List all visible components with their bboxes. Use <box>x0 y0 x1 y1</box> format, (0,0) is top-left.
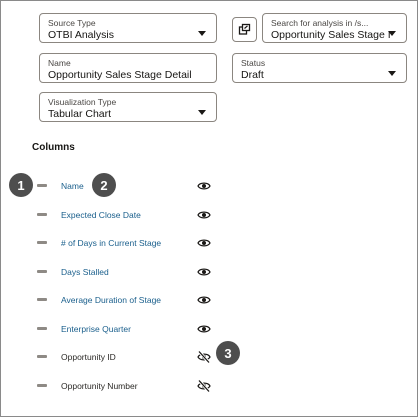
drag-handle-icon[interactable] <box>37 355 47 358</box>
drag-handle-icon[interactable] <box>37 270 47 273</box>
chevron-down-icon <box>198 110 206 115</box>
name-value: Opportunity Sales Stage Detail <box>48 69 192 81</box>
column-name[interactable]: Expected Close Date <box>61 208 141 222</box>
eye-icon[interactable] <box>197 322 211 336</box>
column-row[interactable]: Expected Close Date <box>1 206 418 224</box>
column-name[interactable]: Enterprise Quarter <box>61 322 131 336</box>
status-label: Status <box>241 58 266 68</box>
column-row[interactable]: Average Duration of Stage <box>1 291 418 309</box>
chevron-down-icon <box>388 71 396 76</box>
column-row[interactable]: Opportunity Number <box>1 377 418 395</box>
column-name: Opportunity ID <box>61 352 116 362</box>
eye-icon[interactable] <box>197 236 211 250</box>
report-settings-panel: Source Type OTBI Analysis Search for ana… <box>0 0 418 417</box>
eye-icon[interactable] <box>197 208 211 222</box>
source-type-value: OTBI Analysis <box>48 29 114 41</box>
visualization-type-select[interactable]: Visualization Type Tabular Chart <box>39 92 217 122</box>
search-analysis-label: Search for analysis in /s... <box>271 18 369 28</box>
drag-handle-icon[interactable] <box>37 384 47 387</box>
chevron-down-icon <box>388 31 396 36</box>
drag-handle-icon[interactable] <box>37 327 47 330</box>
column-row[interactable]: Enterprise Quarter <box>1 320 418 338</box>
name-field[interactable]: Name Opportunity Sales Stage Detail <box>39 53 217 83</box>
drag-handle-icon[interactable] <box>37 241 47 244</box>
column-row[interactable]: # of Days in Current Stage <box>1 234 418 252</box>
callout-badge-2: 2 <box>92 173 116 197</box>
callout-badge-1: 1 <box>9 173 33 197</box>
visualization-type-value: Tabular Chart <box>48 108 112 120</box>
copy-browse-icon <box>238 23 251 35</box>
column-name[interactable]: # of Days in Current Stage <box>61 236 161 250</box>
eye-slash-icon[interactable] <box>197 379 211 393</box>
name-label: Name <box>48 58 71 68</box>
eye-icon[interactable] <box>197 179 211 193</box>
callout-badge-3: 3 <box>216 341 240 365</box>
drag-handle-icon[interactable] <box>37 213 47 216</box>
search-analysis-select[interactable]: Search for analysis in /s... Opportunity… <box>262 13 407 43</box>
column-row[interactable]: Name <box>1 177 418 195</box>
drag-handle-icon[interactable] <box>37 184 47 187</box>
column-name[interactable]: Name <box>61 179 84 193</box>
column-name[interactable]: Average Duration of Stage <box>61 293 161 307</box>
column-row[interactable]: Days Stalled <box>1 263 418 281</box>
search-analysis-value: Opportunity Sales Stage I <box>271 29 391 41</box>
drag-handle-icon[interactable] <box>37 298 47 301</box>
status-value: Draft <box>241 69 264 81</box>
eye-slash-icon[interactable] <box>197 350 211 364</box>
column-name[interactable]: Days Stalled <box>61 265 109 279</box>
columns-heading: Columns <box>32 142 75 153</box>
status-select[interactable]: Status Draft <box>232 53 407 83</box>
eye-icon[interactable] <box>197 265 211 279</box>
source-type-label: Source Type <box>48 18 96 28</box>
chevron-down-icon <box>198 31 206 36</box>
column-row[interactable]: Opportunity ID <box>1 348 418 366</box>
column-name: Opportunity Number <box>61 381 138 391</box>
source-type-select[interactable]: Source Type OTBI Analysis <box>39 13 217 43</box>
browse-analysis-button[interactable] <box>232 17 257 42</box>
visualization-type-label: Visualization Type <box>48 97 117 107</box>
eye-icon[interactable] <box>197 293 211 307</box>
